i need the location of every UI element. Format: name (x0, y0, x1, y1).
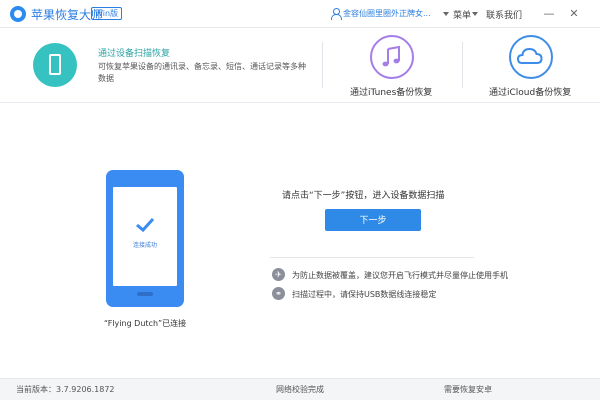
minimize-icon[interactable]: — (541, 6, 557, 22)
phone-icon[interactable] (33, 43, 77, 87)
menu-button[interactable]: 菜单 (453, 8, 471, 21)
network-status: 网络校验完成 (276, 385, 324, 394)
app-logo-icon (10, 6, 26, 22)
mode-device-scan-title[interactable]: 通过设备扫描恢复 (98, 46, 170, 59)
mode-itunes-label[interactable]: 通过iTunes备份恢复 (350, 85, 432, 98)
scan-prompt: 请点击“下一步”按钮，进入设备数据扫描 (282, 191, 445, 201)
contact-us-link[interactable]: 联系我们 (486, 8, 522, 21)
user-account[interactable]: 金容仙圈里圈外正牌女... (343, 8, 439, 19)
version-info: 当前版本：3.7.9206.1872 (16, 385, 115, 394)
version-badge: Win版 (91, 7, 123, 20)
recovery-modes: 通过设备扫描恢复 可恢复苹果设备的通讯录、备忘录、短信、通话记录等多种数据 通过… (0, 28, 600, 103)
mode-device-scan-desc: 可恢复苹果设备的通讯录、备忘录、短信、通话记录等多种数据 (98, 62, 306, 83)
divider (270, 257, 474, 258)
device-name: “Flying Dutch”已连接 (103, 319, 187, 328)
android-recovery-link[interactable]: 需要恢复安卓 (444, 384, 492, 395)
divider (462, 42, 463, 88)
next-button[interactable]: 下一步 (325, 209, 421, 231)
main-panel: 连接成功 “Flying Dutch”已连接 请点击“下一步”按钮，进入设备数据… (0, 104, 600, 378)
title-bar: 苹果恢复大师 Win版 金容仙圈里圈外正牌女... 菜单 联系我们 — ✕ (0, 0, 600, 28)
usb-icon: ⚭ (272, 287, 285, 300)
home-button (137, 292, 153, 296)
user-icon (330, 8, 342, 20)
status-bar: 当前版本：3.7.9206.1872 网络校验完成 需要恢复安卓 (0, 378, 600, 400)
cloud-icon[interactable] (509, 35, 553, 79)
connection-status: 连接成功 (132, 242, 157, 249)
divider (322, 42, 323, 88)
phone-illustration: 连接成功 (106, 170, 184, 307)
music-note-icon[interactable] (370, 35, 414, 79)
close-icon[interactable]: ✕ (566, 6, 582, 22)
check-icon (136, 217, 155, 233)
chevron-down-icon[interactable] (472, 12, 478, 16)
phone-screen: 连接成功 (113, 187, 177, 286)
tip-usb-connection: 扫描过程中，请保持USB数据线连接稳定 (292, 290, 437, 299)
chevron-down-icon[interactable] (443, 12, 449, 16)
tip-airplane-mode: 为防止数据被覆盖，建议您开启飞行模式并尽量停止使用手机 (292, 271, 508, 280)
airplane-icon: ✈ (272, 268, 285, 281)
mode-icloud-label[interactable]: 通过iCloud备份恢复 (489, 85, 571, 98)
